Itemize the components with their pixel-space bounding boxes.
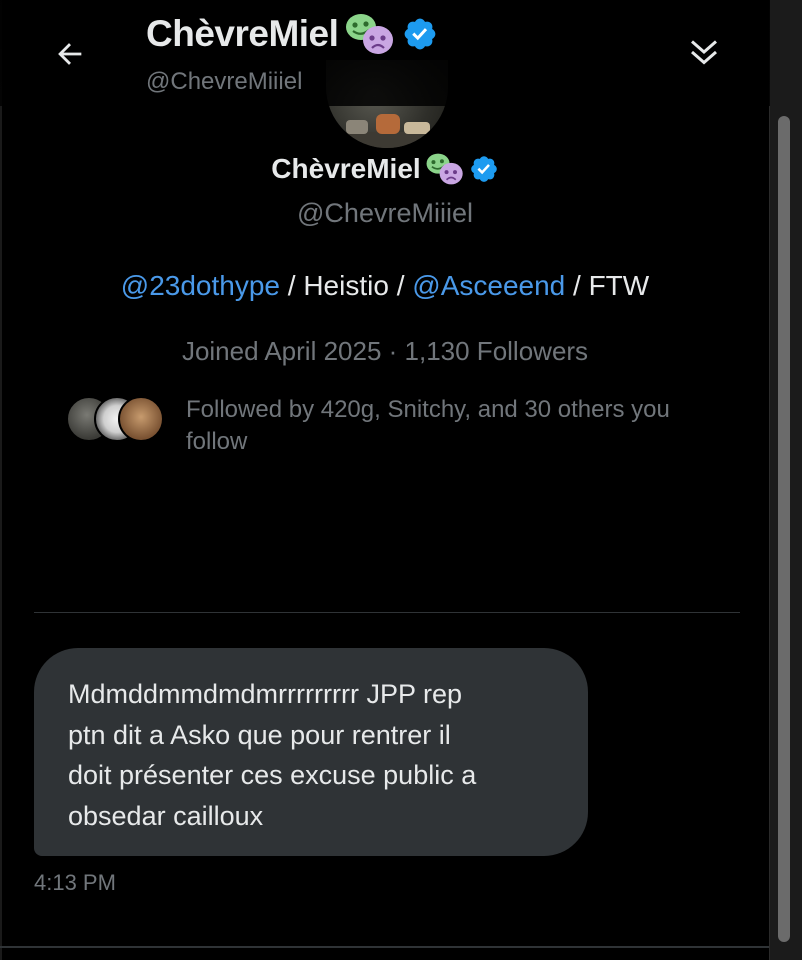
section-divider — [34, 612, 740, 613]
panel-left-border — [0, 0, 2, 960]
scrollbar[interactable] — [769, 0, 802, 960]
bio-mention-link[interactable]: @23dothype — [121, 270, 280, 301]
profile-name-row: ChèvreMiel — [0, 152, 770, 186]
dm-conversation-panel: ChèvreMiel @ChevreMiiiel ChèvreMiel @Che… — [0, 0, 802, 960]
profile-meta: Joined April 2025 · 1,130 Followers — [181, 336, 589, 366]
scrollbar-thumb[interactable] — [778, 116, 790, 942]
message-timestamp: 4:13 PM — [34, 870, 116, 895]
theater-masks-icon — [344, 12, 396, 56]
message-text: Mdmddmmdmdmrrrrrrrrr JPP rep ptn dit a A… — [68, 679, 477, 831]
profile-bio: @23dothype / Heistio / @Asceeend / FTW — [0, 270, 770, 302]
double-chevron-down-icon — [686, 34, 722, 70]
bio-text: / FTW — [565, 270, 650, 301]
arrow-left-icon — [53, 37, 87, 71]
followed-by-text: Followed by 420g, Snitchy, and 30 others… — [186, 396, 670, 455]
bio-mention-link[interactable]: @Asceeend — [412, 270, 565, 301]
panel-bottom-border — [0, 946, 770, 948]
collapse-button[interactable] — [680, 28, 728, 76]
verified-badge-icon[interactable] — [469, 154, 499, 184]
back-button[interactable] — [46, 30, 94, 78]
followed-by-row[interactable]: Followed by 420g, Snitchy, and 30 others… — [66, 394, 706, 458]
bio-text: / Heistio / — [280, 270, 413, 301]
header-display-name: ChèvreMiel — [146, 13, 339, 54]
follower-avatars — [66, 394, 164, 442]
verified-badge-icon[interactable] — [402, 16, 438, 52]
theater-masks-icon — [425, 152, 465, 186]
header-title-row: ChèvreMiel — [146, 12, 438, 56]
profile-handle: @ChevreMiiiel — [297, 198, 473, 228]
avatar — [118, 396, 164, 442]
conversation-header: ChèvreMiel @ChevreMiiiel — [0, 0, 770, 106]
message-bubble[interactable]: Mdmddmmdmdmrrrrrrrrr JPP rep ptn dit a A… — [34, 648, 588, 856]
header-handle: @ChevreMiiiel — [146, 68, 303, 95]
profile-display-name[interactable]: ChèvreMiel — [271, 153, 420, 185]
